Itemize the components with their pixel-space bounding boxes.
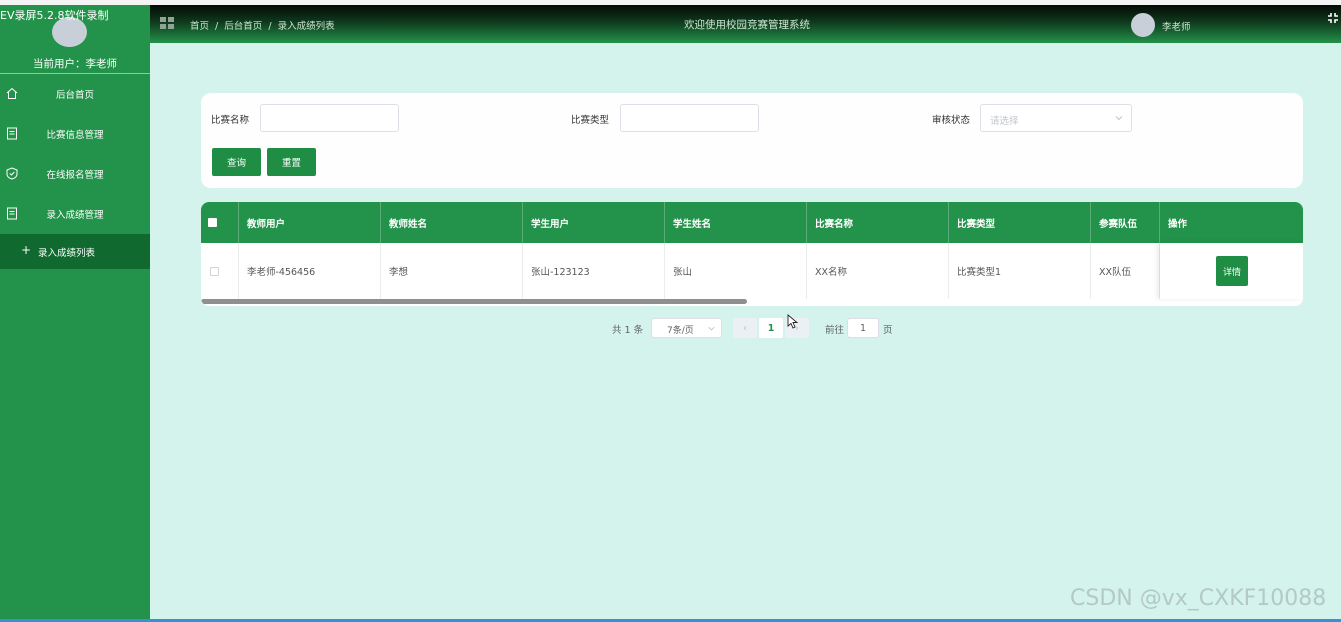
table-header: 教师用户 教师姓名 学生用户 学生姓名 比赛名称 比赛类型 参赛队伍 操作 xyxy=(201,202,1303,243)
breadcrumb-dashboard[interactable]: 后台首页 xyxy=(224,21,262,32)
sidebar-item-label: 比赛信息管理 xyxy=(46,130,104,141)
breadcrumb-separator: / xyxy=(215,21,219,32)
cell-teacher-user: 李老师-456456 xyxy=(239,243,381,299)
cell-contest-name: XX名称 xyxy=(807,243,949,299)
review-status-placeholder: 请选择 xyxy=(990,116,1019,127)
query-button[interactable]: 查询 xyxy=(212,148,261,176)
sidebar-item-score-management[interactable]: 录入成绩管理 xyxy=(0,194,150,234)
sidebar-item-label: 录入成绩管理 xyxy=(46,210,104,221)
detail-button-wrap: 详情 xyxy=(1216,256,1248,286)
page-number-current[interactable]: 1 xyxy=(759,318,783,338)
cell-teacher-name: 李想 xyxy=(381,243,523,299)
breadcrumb: 首页 / 后台首页 / 录入成绩列表 xyxy=(190,18,338,32)
breadcrumb-current: 录入成绩列表 xyxy=(277,21,335,32)
sidebar-item-label: 后台首页 xyxy=(55,90,94,101)
column-header: 学生姓名 xyxy=(665,202,807,243)
select-all-cell xyxy=(201,202,239,243)
top-header: 首页 / 后台首页 / 录入成绩列表 欢迎使用校园竞赛管理系统 李老师 xyxy=(150,5,1341,43)
goto-page-input[interactable]: 1 xyxy=(847,318,879,338)
sidebar-item-label: 在线报名管理 xyxy=(46,170,104,181)
select-all-checkbox[interactable] xyxy=(208,218,217,227)
chevron-down-icon xyxy=(1115,116,1123,121)
fullscreen-icon[interactable] xyxy=(1328,13,1338,23)
cell-student-name: 张山 xyxy=(665,243,807,299)
column-header: 教师用户 xyxy=(239,202,381,243)
column-header: 比赛类型 xyxy=(949,202,1091,243)
header-username[interactable]: 李老师 xyxy=(1162,19,1191,33)
sidebar-item-contest-info[interactable]: 比赛信息管理 xyxy=(0,114,150,154)
column-header: 操作 xyxy=(1168,218,1188,230)
recorder-label: EV录屏5.2.8软件录制 xyxy=(0,9,109,22)
goto-label: 前往 xyxy=(825,325,845,336)
page-unit-label: 页 xyxy=(883,325,893,336)
sidebar-item-dashboard[interactable]: 后台首页 xyxy=(0,74,150,114)
chevron-down-icon xyxy=(708,326,715,331)
table-row: 李老师-456456 李想 张山-123123 张山 XX名称 比赛类型1 XX… xyxy=(201,243,1303,299)
watermark: CSDN @vx_CXKF10088 xyxy=(1070,586,1327,611)
sidebar-subitem-label: 录入成绩列表 xyxy=(38,248,96,259)
plus-icon: + xyxy=(21,243,32,257)
cell-student-user: 张山-123123 xyxy=(523,243,665,299)
current-user-label: 当前用户：李老师 xyxy=(33,58,117,70)
contest-type-label: 比赛类型 xyxy=(571,115,610,126)
row-select-cell xyxy=(201,243,239,299)
search-form: 比赛名称 比赛类型 审核状态 请选择 查询 重置 xyxy=(201,93,1303,188)
pagination-total: 共 1 条 xyxy=(612,325,644,336)
sidebar-item-registration[interactable]: 在线报名管理 xyxy=(0,154,150,194)
user-avatar[interactable] xyxy=(1131,13,1155,37)
sidebar: 当前用户：李老师 后台首页 比赛信息管理 在线报名管理 录入成绩管理 + 录入成… xyxy=(0,5,150,622)
page-size-value: 7条/页 xyxy=(667,326,694,336)
cell-actions: 详情 xyxy=(1160,243,1303,299)
breadcrumb-home[interactable]: 首页 xyxy=(190,21,209,32)
sidebar-subitem-score-list[interactable]: + 录入成绩列表 xyxy=(0,234,150,269)
contest-name-input[interactable] xyxy=(260,104,399,132)
site-title: 欢迎使用校园竞赛管理系统 xyxy=(684,19,810,31)
column-header: 教师姓名 xyxy=(381,202,523,243)
column-header: 比赛名称 xyxy=(807,202,949,243)
reset-button[interactable]: 重置 xyxy=(267,148,316,176)
detail-button[interactable]: 详情 xyxy=(1216,256,1248,286)
cell-contest-type: 比赛类型1 xyxy=(949,243,1091,299)
column-header: 参赛队伍 xyxy=(1091,202,1160,243)
score-table: 教师用户 教师姓名 学生用户 学生姓名 比赛名称 比赛类型 参赛队伍 操作 李老… xyxy=(201,202,1303,306)
breadcrumb-separator: / xyxy=(268,21,272,32)
cell-team: XX队伍 xyxy=(1091,243,1160,299)
grid-menu-icon[interactable] xyxy=(160,17,175,30)
contest-type-input[interactable] xyxy=(620,104,759,132)
contest-name-label: 比赛名称 xyxy=(211,115,250,126)
prev-page-button[interactable]: ‹ xyxy=(733,318,757,338)
review-status-label: 审核状态 xyxy=(932,115,971,126)
column-header: 学生用户 xyxy=(523,202,665,243)
row-checkbox[interactable] xyxy=(210,266,219,276)
horizontal-scrollbar[interactable] xyxy=(201,299,747,304)
review-status-select[interactable]: 请选择 xyxy=(980,104,1132,132)
page-size-select[interactable]: 7条/页 xyxy=(651,318,722,338)
mouse-cursor-icon xyxy=(787,314,799,329)
sidebar-menu: 后台首页 比赛信息管理 在线报名管理 录入成绩管理 + 录入成绩列表 xyxy=(0,74,150,269)
